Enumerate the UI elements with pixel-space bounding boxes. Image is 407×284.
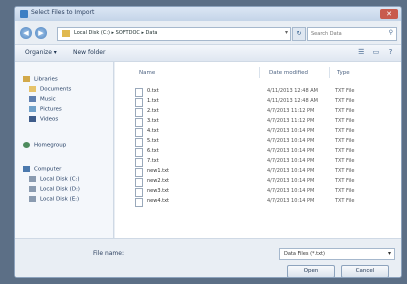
table-row[interactable]: new4.txt 4/7/2013 10:14 PM TXT File bbox=[135, 197, 395, 207]
column-divider[interactable] bbox=[329, 67, 330, 78]
close-button[interactable]: ✕ bbox=[380, 9, 398, 19]
drive-icon bbox=[29, 176, 36, 182]
computer-icon bbox=[23, 166, 30, 172]
text-file-icon bbox=[135, 118, 143, 127]
library-icon bbox=[23, 76, 30, 82]
open-button[interactable]: Open bbox=[287, 265, 335, 277]
file-type-value: Data Files (*.txt) bbox=[284, 251, 325, 257]
file-type-select[interactable]: Data Files (*.txt) ▾ bbox=[279, 248, 395, 260]
documents-icon bbox=[29, 86, 36, 92]
text-file-icon bbox=[135, 108, 143, 117]
table-row[interactable]: 3.txt 4/7/2013 11:12 PM TXT File bbox=[135, 117, 395, 127]
back-button[interactable]: ◀ bbox=[20, 27, 32, 39]
sidebar-item-computer[interactable]: Computer bbox=[23, 166, 61, 175]
sidebar-item-libraries[interactable]: Libraries bbox=[23, 76, 58, 85]
text-file-icon bbox=[135, 148, 143, 157]
text-file-icon bbox=[135, 98, 143, 107]
search-icon: ⚲ bbox=[388, 29, 393, 36]
table-row[interactable]: new1.txt 4/7/2013 10:14 PM TXT File bbox=[135, 167, 395, 177]
sidebar-item-documents[interactable]: Documents bbox=[29, 86, 71, 95]
app-icon bbox=[20, 10, 28, 18]
column-header-type[interactable]: Type bbox=[337, 70, 350, 76]
navigation-pane: Libraries Documents Music Pictures Video… bbox=[15, 62, 114, 238]
sidebar-item-videos[interactable]: Videos bbox=[29, 116, 58, 125]
command-bar: Organize ▾ New folder ☰ ▭ ? bbox=[15, 44, 401, 62]
text-file-icon bbox=[135, 198, 143, 207]
column-header-name[interactable]: Name bbox=[139, 70, 155, 76]
filename-input[interactable] bbox=[143, 247, 273, 258]
sidebar-item-homegroup[interactable]: Homegroup bbox=[23, 142, 66, 151]
window-title: Select Files to Import bbox=[31, 9, 95, 16]
sidebar-item-drive-e[interactable]: Local Disk (E:) bbox=[29, 196, 79, 205]
sidebar-item-drive-c[interactable]: Local Disk (C:) bbox=[29, 176, 80, 185]
new-folder-button[interactable]: New folder bbox=[73, 49, 105, 56]
drive-icon bbox=[29, 196, 36, 202]
table-row[interactable]: 4.txt 4/7/2013 10:14 PM TXT File bbox=[135, 127, 395, 137]
address-row: ◀ ▶ Local Disk (C:) ▸ SOFTDOC ▸ Data ▾ ↻… bbox=[15, 24, 401, 42]
organize-button[interactable]: Organize ▾ bbox=[25, 49, 57, 56]
table-row[interactable]: 1.txt 4/11/2013 12:48 AM TXT File bbox=[135, 97, 395, 107]
text-file-icon bbox=[135, 128, 143, 137]
chevron-down-icon[interactable]: ▾ bbox=[285, 29, 288, 36]
breadcrumb[interactable]: Local Disk (C:) ▸ SOFTDOC ▸ Data bbox=[74, 30, 158, 36]
sidebar-item-drive-d[interactable]: Local Disk (D:) bbox=[29, 186, 80, 195]
table-row[interactable]: new3.txt 4/7/2013 10:14 PM TXT File bbox=[135, 187, 395, 197]
pictures-icon bbox=[29, 106, 36, 112]
music-icon bbox=[29, 96, 36, 102]
view-options-icon[interactable]: ☰ bbox=[357, 48, 366, 57]
address-bar[interactable]: Local Disk (C:) ▸ SOFTDOC ▸ Data ▾ bbox=[57, 27, 291, 41]
sidebar-item-music[interactable]: Music bbox=[29, 96, 56, 105]
column-divider[interactable] bbox=[259, 67, 260, 78]
text-file-icon bbox=[135, 168, 143, 177]
filename-label: File name: bbox=[93, 250, 124, 257]
table-row[interactable]: 6.txt 4/7/2013 10:14 PM TXT File bbox=[135, 147, 395, 157]
text-file-icon bbox=[135, 88, 143, 97]
help-icon[interactable]: ? bbox=[386, 48, 395, 57]
dialog-footer: File name: Data Files (*.txt) ▾ Open Can… bbox=[15, 238, 401, 277]
view-controls: ☰ ▭ ? bbox=[353, 48, 395, 57]
search-input[interactable] bbox=[308, 28, 384, 40]
preview-pane-icon[interactable]: ▭ bbox=[371, 48, 380, 57]
table-row[interactable]: 2.txt 4/7/2013 11:12 PM TXT File bbox=[135, 107, 395, 117]
folder-icon bbox=[62, 30, 70, 37]
table-row[interactable]: 7.txt 4/7/2013 10:14 PM TXT File bbox=[135, 157, 395, 167]
text-file-icon bbox=[135, 188, 143, 197]
drive-icon bbox=[29, 186, 36, 192]
chevron-down-icon: ▾ bbox=[387, 250, 391, 257]
file-open-dialog: Select Files to Import ✕ ◀ ▶ Local Disk … bbox=[14, 6, 402, 278]
homegroup-icon bbox=[23, 142, 30, 148]
refresh-button[interactable]: ↻ bbox=[292, 27, 306, 41]
text-file-icon bbox=[135, 158, 143, 167]
sidebar-item-pictures[interactable]: Pictures bbox=[29, 106, 62, 115]
search-box[interactable]: ⚲ bbox=[307, 27, 397, 41]
text-file-icon bbox=[135, 138, 143, 147]
table-row[interactable]: new2.txt 4/7/2013 10:14 PM TXT File bbox=[135, 177, 395, 187]
videos-icon bbox=[29, 116, 36, 122]
title-bar[interactable]: Select Files to Import ✕ bbox=[15, 7, 401, 21]
forward-button[interactable]: ▶ bbox=[35, 27, 47, 39]
file-list: Name Date modified Type 0.txt 4/11/2013 1… bbox=[115, 62, 401, 238]
column-header-date[interactable]: Date modified bbox=[269, 70, 308, 76]
text-file-icon bbox=[135, 178, 143, 187]
cancel-button[interactable]: Cancel bbox=[341, 265, 389, 277]
table-row[interactable]: 5.txt 4/7/2013 10:14 PM TXT File bbox=[135, 137, 395, 147]
table-row[interactable]: 0.txt 4/11/2013 12:48 AM TXT File bbox=[135, 87, 395, 97]
